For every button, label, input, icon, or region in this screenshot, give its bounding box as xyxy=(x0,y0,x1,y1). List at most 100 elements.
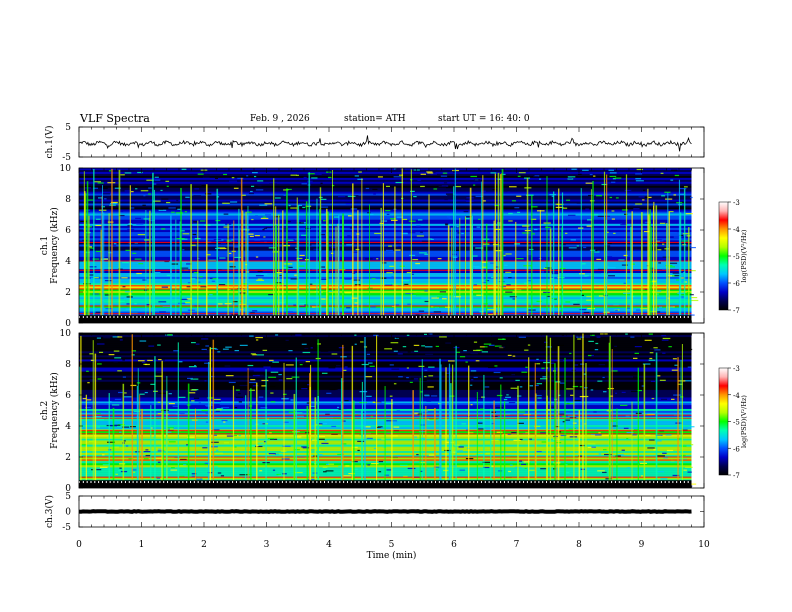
spec-speckle xyxy=(257,278,263,280)
spec-speckle xyxy=(143,195,146,197)
spec-speckle xyxy=(519,234,526,236)
spec-speckle xyxy=(585,208,590,210)
spec-row xyxy=(79,349,692,352)
spec-speckle xyxy=(307,478,316,481)
spec-speckle xyxy=(416,453,419,456)
spec-speckle xyxy=(148,193,152,195)
ch3-trace xyxy=(78,509,692,514)
spec-dc-tick xyxy=(343,481,345,484)
spec-speckle xyxy=(448,360,455,362)
spec-speckle xyxy=(644,339,652,341)
spec-speckle xyxy=(144,391,148,394)
spec-speckle xyxy=(505,253,512,255)
vlf-figure: 5-5ch.1(V) 0246810ch.1 Frequency (kHz) 02… xyxy=(40,123,748,561)
spec-speckle xyxy=(252,374,260,377)
spec-speckle xyxy=(278,373,282,376)
spec-dc-tick xyxy=(634,316,636,319)
spec-dc-tick xyxy=(220,316,222,319)
spec-speckle xyxy=(301,234,307,236)
spec-dc-tick xyxy=(205,481,207,484)
spec-speckle xyxy=(395,249,401,251)
spec-speckle xyxy=(268,294,274,296)
spec-speckle xyxy=(250,379,256,381)
spec-dc-tick xyxy=(304,481,306,484)
spec-dc-tick xyxy=(132,481,134,484)
spec-speckle xyxy=(233,187,239,189)
colorbar-gradient xyxy=(718,201,729,311)
spec-speckle xyxy=(344,366,348,368)
spec-speckle xyxy=(373,447,377,450)
spec-speckle xyxy=(570,394,574,396)
spec-speckle xyxy=(114,357,122,359)
spec-speckle xyxy=(574,364,579,366)
spec-dc-tick xyxy=(124,481,126,484)
spec-speckle xyxy=(124,172,132,174)
spec-speckle xyxy=(687,348,693,351)
spec-speckle xyxy=(211,441,219,443)
spec-dc-tick xyxy=(255,316,257,319)
spec-speckle xyxy=(301,388,308,390)
spec-speckle xyxy=(519,460,523,462)
spec-speckle xyxy=(585,182,593,184)
y-axis-label: ch.3(V) xyxy=(44,495,55,528)
spec-speckle xyxy=(123,396,132,398)
spec-dc-tick xyxy=(660,481,662,484)
spec-speckle xyxy=(581,294,584,296)
spec-dc-tick xyxy=(603,481,605,484)
spec-speckle xyxy=(287,220,291,223)
spec-speckle xyxy=(156,477,160,479)
spec-speckle xyxy=(529,469,535,471)
x-tick-label: 10 xyxy=(698,540,710,550)
spec-speckle xyxy=(431,297,439,299)
spec-speckle xyxy=(690,196,693,199)
spec-speckle xyxy=(689,294,694,296)
spec-dc-tick xyxy=(392,316,394,319)
ch1-trace xyxy=(78,135,692,152)
spec-speckle xyxy=(299,364,303,366)
spec-dc-tick xyxy=(653,481,655,484)
spec-dc-tick xyxy=(167,481,169,484)
spec-speckle xyxy=(117,336,123,338)
spec-dc-tick xyxy=(412,316,414,319)
spec-speckle xyxy=(406,271,412,274)
spec-speckle xyxy=(582,169,589,171)
spec-speckle xyxy=(238,392,241,395)
spec-speckle xyxy=(459,469,465,471)
spec-dc-tick xyxy=(381,481,383,484)
spec-speckle xyxy=(493,371,501,374)
spec-dc-tick xyxy=(186,481,188,484)
spec-speckle xyxy=(615,309,618,311)
spec-dc-tick xyxy=(144,481,146,484)
spec-dc-tick xyxy=(128,481,130,484)
spec-row xyxy=(79,187,692,190)
spec-speckle xyxy=(215,452,223,454)
spec-speckle xyxy=(122,376,126,378)
spec-speckle xyxy=(252,172,258,174)
spec-speckle xyxy=(95,224,102,227)
spec-speckle xyxy=(255,336,263,339)
spec-speckle xyxy=(102,454,105,456)
spec-dc-tick xyxy=(389,316,391,319)
spec-speckle xyxy=(385,185,390,188)
spec-speckle xyxy=(561,334,565,336)
spec-speckle xyxy=(577,338,582,340)
spec-speckle xyxy=(329,388,336,391)
spec-speckle xyxy=(281,458,290,460)
spec-speckle xyxy=(389,265,394,267)
colorbar-tick-label: -5 xyxy=(733,419,740,427)
spec-speckle xyxy=(385,249,393,251)
spec-speckle xyxy=(607,242,612,245)
spec-dc-tick xyxy=(607,316,609,319)
spec-speckle xyxy=(148,345,155,347)
spec-dc-tick xyxy=(109,316,111,319)
spec-speckle xyxy=(343,475,351,477)
spec-speckle xyxy=(673,394,681,396)
spec-speckle xyxy=(126,296,133,298)
spec-speckle xyxy=(354,334,357,336)
spec-speckle xyxy=(86,399,92,401)
spec-speckle xyxy=(413,378,419,380)
spec-speckle xyxy=(408,220,416,222)
spec-speckle xyxy=(650,348,656,350)
spec-dc-tick xyxy=(285,316,287,319)
spec-speckle xyxy=(470,404,473,406)
